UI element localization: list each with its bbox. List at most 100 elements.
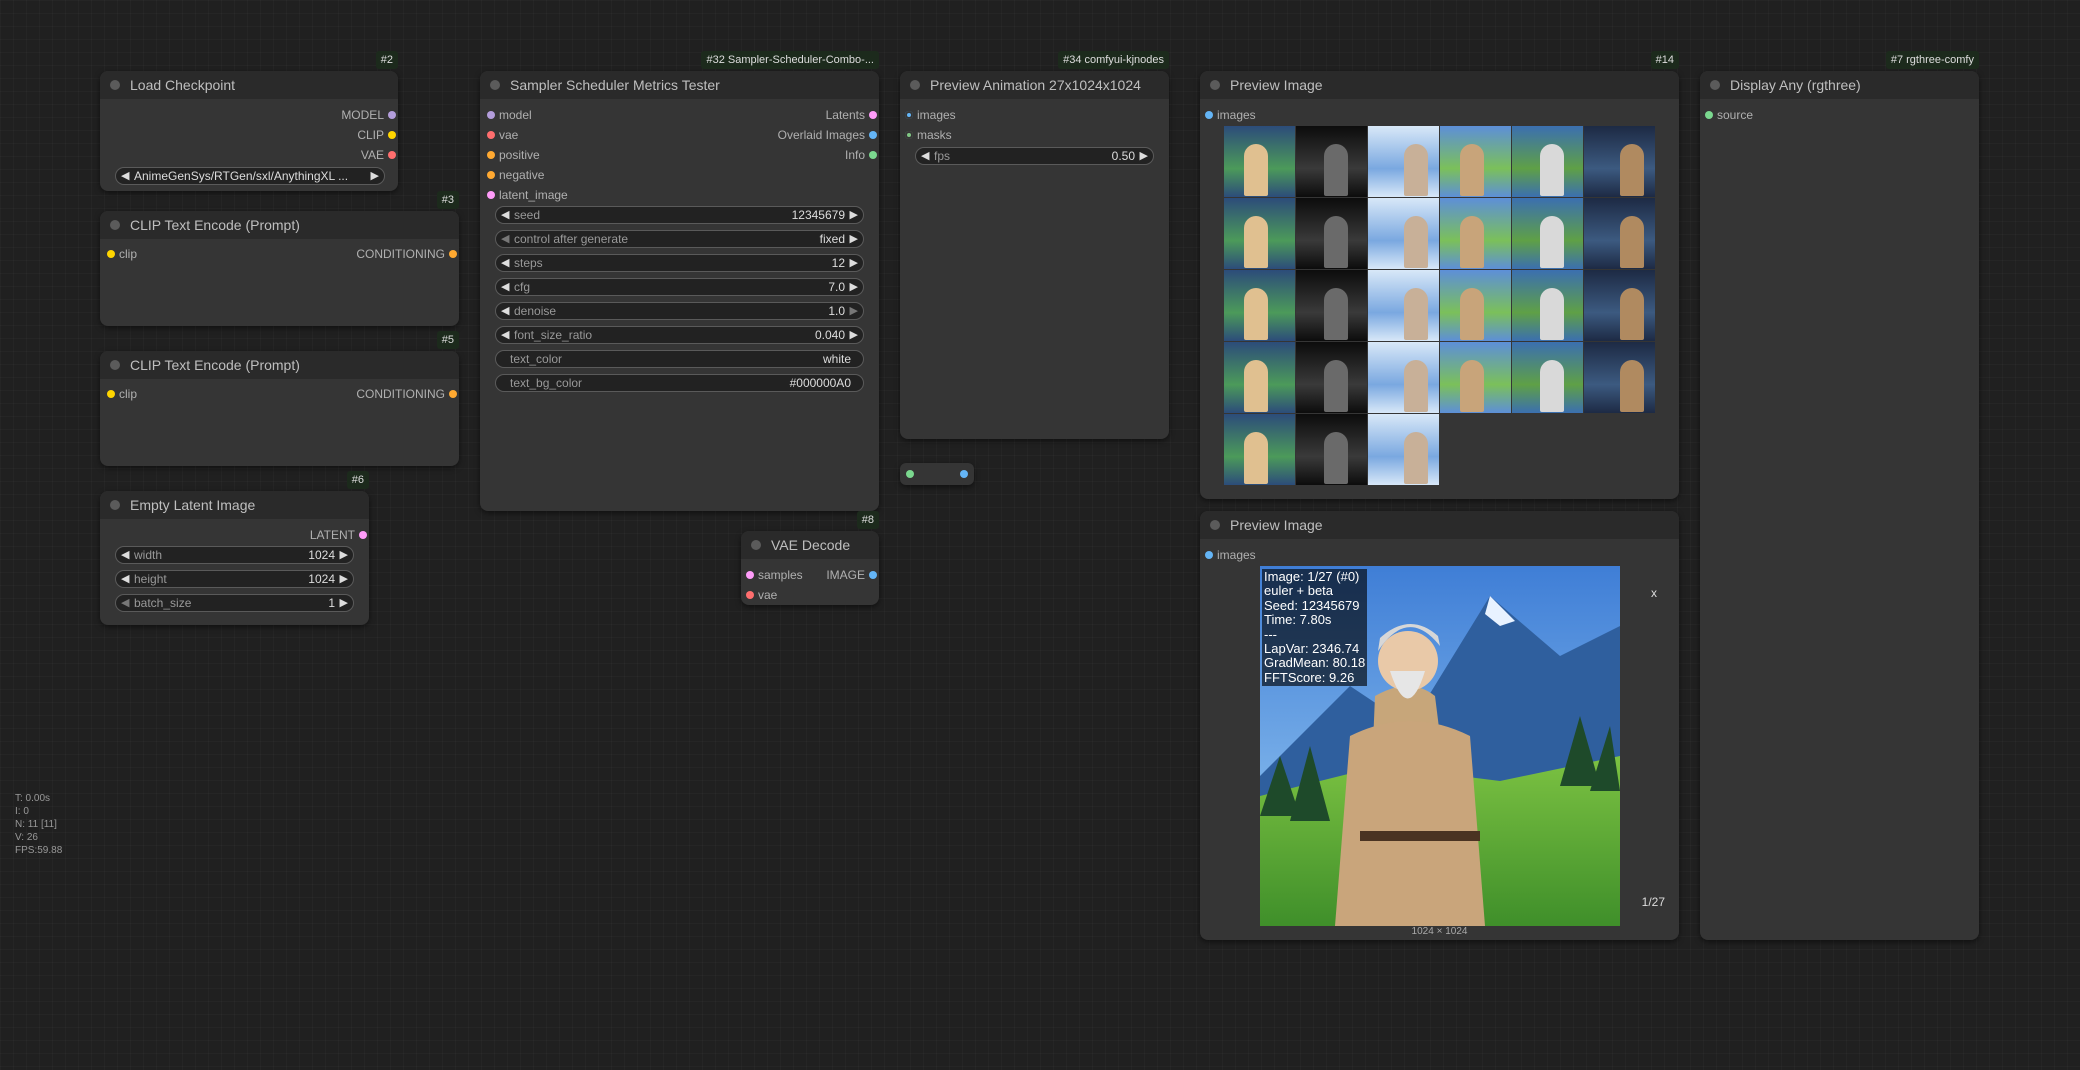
input-images[interactable]: images bbox=[1205, 107, 1256, 123]
collapse-dot-icon[interactable] bbox=[490, 80, 500, 90]
collapse-dot-icon[interactable] bbox=[1210, 80, 1220, 90]
node-clip-text-encode-5[interactable]: #5 CLIP Text Encode (Prompt) clip CONDIT… bbox=[100, 331, 459, 466]
image-thumbnail[interactable] bbox=[1296, 198, 1367, 269]
arrow-right-icon[interactable]: ▶ bbox=[1140, 148, 1148, 164]
collapse-dot-icon[interactable] bbox=[110, 360, 120, 370]
image-thumbnail[interactable] bbox=[1512, 198, 1583, 269]
latent-output-pin-icon[interactable] bbox=[869, 111, 877, 119]
image-thumbnail[interactable] bbox=[1296, 126, 1367, 197]
output-image[interactable]: IMAGE bbox=[826, 567, 877, 583]
node-load-checkpoint[interactable]: #2 Load Checkpoint MODEL CLIP VAE ◀ Anim… bbox=[100, 51, 398, 191]
arrow-left-icon[interactable]: ◀ bbox=[121, 168, 129, 184]
text-color-field[interactable]: text_color white bbox=[495, 350, 864, 368]
close-preview-button[interactable]: x bbox=[1651, 586, 1657, 600]
image-thumbnail[interactable] bbox=[1440, 126, 1511, 197]
input-negative[interactable]: negative bbox=[487, 167, 544, 183]
source-input-pin-icon[interactable] bbox=[1705, 111, 1713, 119]
ckpt-name-combo[interactable]: ◀ AnimeGenSys/RTGen/sxl/AnythingXL ... ▶ bbox=[115, 167, 385, 185]
node-header[interactable]: Preview Image bbox=[1200, 71, 1679, 99]
conditioning-output-pin-icon[interactable] bbox=[449, 250, 457, 258]
output-vae[interactable]: VAE bbox=[361, 147, 396, 163]
reroute-node[interactable] bbox=[900, 463, 974, 485]
output-conditioning[interactable]: CONDITIONING bbox=[356, 386, 457, 402]
node-clip-text-encode-3[interactable]: #3 CLIP Text Encode (Prompt) clip CONDIT… bbox=[100, 191, 459, 326]
latent-input-pin-icon[interactable] bbox=[487, 191, 495, 199]
output-conditioning[interactable]: CONDITIONING bbox=[356, 246, 457, 262]
conditioning-output-pin-icon[interactable] bbox=[449, 390, 457, 398]
latent-output-pin-icon[interactable] bbox=[359, 531, 367, 539]
image-input-pin-icon[interactable] bbox=[1205, 551, 1213, 559]
collapse-dot-icon[interactable] bbox=[110, 220, 120, 230]
output-overlaid-images[interactable]: Overlaid Images bbox=[778, 127, 877, 143]
node-header[interactable]: CLIP Text Encode (Prompt) bbox=[100, 351, 459, 379]
image-thumbnail[interactable] bbox=[1584, 198, 1655, 269]
node-empty-latent-image[interactable]: #6 Empty Latent Image LATENT ◀ width 1024 ▶… bbox=[100, 471, 369, 625]
input-samples[interactable]: samples bbox=[746, 567, 803, 583]
output-model[interactable]: MODEL bbox=[341, 107, 396, 123]
control-after-generate-widget[interactable]: ◀ control after generate fixed ▶ bbox=[495, 230, 864, 248]
image-thumbnail[interactable] bbox=[1224, 342, 1295, 413]
node-header[interactable]: Load Checkpoint bbox=[100, 71, 398, 99]
image-thumbnail[interactable] bbox=[1224, 414, 1295, 485]
info-output-pin-icon[interactable] bbox=[869, 151, 877, 159]
node-header[interactable]: CLIP Text Encode (Prompt) bbox=[100, 211, 459, 239]
image-thumbnail[interactable] bbox=[1224, 270, 1295, 341]
image-thumbnail[interactable] bbox=[1584, 126, 1655, 197]
preview-image[interactable]: Image: 1/27 (#0) euler + beta Seed: 1234… bbox=[1260, 566, 1620, 926]
image-input-pin-icon[interactable] bbox=[905, 111, 913, 119]
image-input-pin-icon[interactable] bbox=[1205, 111, 1213, 119]
input-model[interactable]: model bbox=[487, 107, 532, 123]
image-thumbnail[interactable] bbox=[1440, 198, 1511, 269]
input-vae[interactable]: vae bbox=[487, 127, 518, 143]
image-thumbnail[interactable] bbox=[1296, 270, 1367, 341]
image-thumbnail[interactable] bbox=[1296, 414, 1367, 485]
collapse-dot-icon[interactable] bbox=[910, 80, 920, 90]
arrow-right-icon[interactable]: ▶ bbox=[850, 303, 858, 319]
image-thumbnail-grid[interactable] bbox=[1224, 126, 1655, 485]
seed-widget[interactable]: ◀ seed 12345679 ▶ bbox=[495, 206, 864, 224]
node-preview-image-grid[interactable]: #14 Preview Image images bbox=[1200, 51, 1679, 499]
image-thumbnail[interactable] bbox=[1512, 342, 1583, 413]
input-clip[interactable]: clip bbox=[107, 246, 137, 262]
image-thumbnail[interactable] bbox=[1368, 414, 1439, 485]
image-output-pin-icon[interactable] bbox=[869, 571, 877, 579]
model-input-pin-icon[interactable] bbox=[487, 111, 495, 119]
collapse-dot-icon[interactable] bbox=[110, 500, 120, 510]
clip-input-pin-icon[interactable] bbox=[107, 250, 115, 258]
node-preview-animation[interactable]: #34 comfyui-kjnodes Preview Animation 27… bbox=[900, 51, 1169, 439]
arrow-left-icon[interactable]: ◀ bbox=[501, 255, 509, 271]
clip-input-pin-icon[interactable] bbox=[107, 390, 115, 398]
node-header[interactable]: VAE Decode bbox=[741, 531, 879, 559]
node-header[interactable]: Preview Image bbox=[1200, 511, 1679, 539]
arrow-right-icon[interactable]: ▶ bbox=[371, 168, 379, 184]
arrow-left-icon[interactable]: ◀ bbox=[121, 571, 129, 587]
image-thumbnail[interactable] bbox=[1512, 126, 1583, 197]
steps-widget[interactable]: ◀ steps 12 ▶ bbox=[495, 254, 864, 272]
node-sampler-scheduler-metrics-tester[interactable]: #32 Sampler-Scheduler-Combo-... Sampler … bbox=[480, 51, 879, 511]
clip-output-pin-icon[interactable] bbox=[388, 131, 396, 139]
collapse-dot-icon[interactable] bbox=[110, 80, 120, 90]
node-vae-decode[interactable]: #8 VAE Decode samples vae IMAGE bbox=[741, 511, 879, 605]
node-display-any[interactable]: #7 rgthree-comfy Display Any (rgthree) s… bbox=[1700, 51, 1979, 940]
arrow-right-icon[interactable]: ▶ bbox=[850, 231, 858, 247]
node-header[interactable]: Empty Latent Image bbox=[100, 491, 369, 519]
reroute-output-pin-icon[interactable] bbox=[960, 470, 968, 478]
fps-widget[interactable]: ◀ fps 0.50 ▶ bbox=[915, 147, 1154, 165]
node-header[interactable]: Sampler Scheduler Metrics Tester bbox=[480, 71, 879, 99]
arrow-left-icon[interactable]: ◀ bbox=[121, 547, 129, 563]
image-thumbnail[interactable] bbox=[1440, 342, 1511, 413]
arrow-right-icon[interactable]: ▶ bbox=[340, 595, 348, 611]
arrow-left-icon[interactable]: ◀ bbox=[501, 279, 509, 295]
cfg-widget[interactable]: ◀ cfg 7.0 ▶ bbox=[495, 278, 864, 296]
vae-input-pin-icon[interactable] bbox=[746, 591, 754, 599]
arrow-left-icon[interactable]: ◀ bbox=[501, 207, 509, 223]
input-source[interactable]: source bbox=[1705, 107, 1753, 123]
output-latent[interactable]: LATENT bbox=[310, 527, 367, 543]
vae-output-pin-icon[interactable] bbox=[388, 151, 396, 159]
arrow-left-icon[interactable]: ◀ bbox=[921, 148, 929, 164]
image-thumbnail[interactable] bbox=[1584, 270, 1655, 341]
height-widget[interactable]: ◀ height 1024 ▶ bbox=[115, 570, 354, 588]
input-masks[interactable]: masks bbox=[905, 127, 952, 143]
arrow-left-icon[interactable]: ◀ bbox=[501, 231, 509, 247]
input-images[interactable]: images bbox=[1205, 547, 1256, 563]
